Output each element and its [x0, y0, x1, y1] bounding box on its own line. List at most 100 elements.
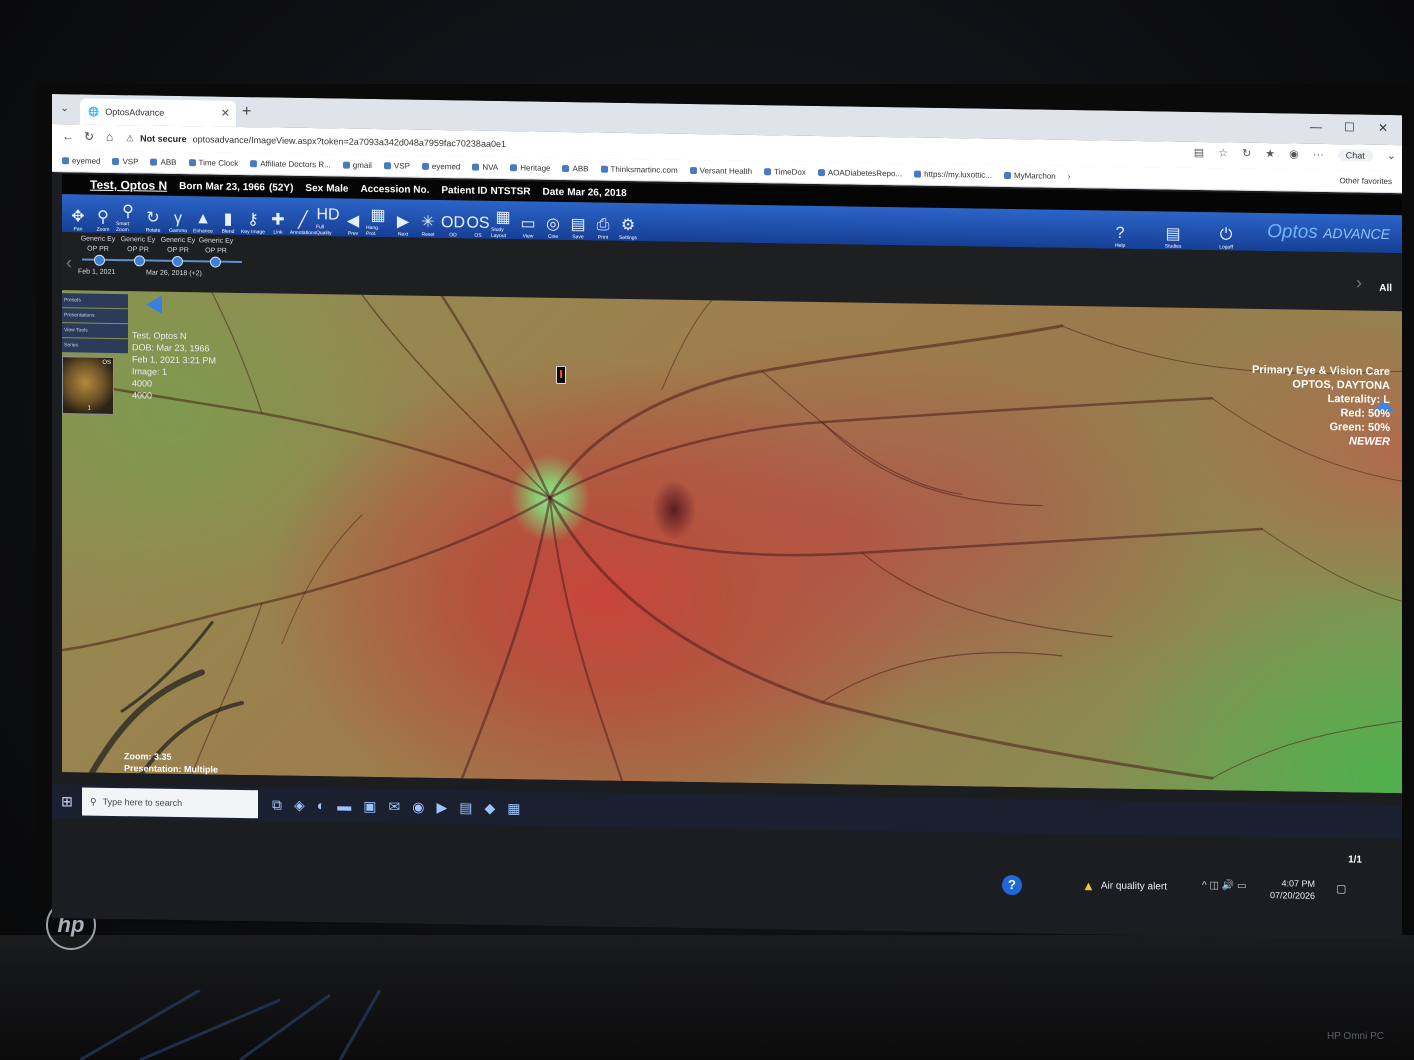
logoff-tool-button[interactable]: ⏻ Logoff — [1206, 214, 1246, 251]
timeline-dot[interactable] — [94, 254, 105, 266]
document-app-icon[interactable]: ▤ — [459, 799, 472, 816]
bookmark-item[interactable]: TimeDox — [764, 167, 806, 176]
tab-close-icon[interactable]: ✕ — [221, 107, 230, 120]
profile-icon[interactable]: ◉ — [1289, 147, 1299, 160]
maximize-button[interactable]: ☐ — [1344, 120, 1355, 134]
new-tab-button[interactable]: + — [242, 103, 251, 121]
chevron-down-icon[interactable]: ⌄ — [1387, 149, 1396, 162]
refresh-icon[interactable]: ↻ — [84, 130, 94, 144]
chat-button[interactable]: Chat — [1337, 148, 1373, 162]
more-icon[interactable]: ··· — [1313, 148, 1324, 160]
bookmark-item[interactable]: VSP — [112, 157, 138, 166]
patient-name-link[interactable]: Test, Optos N — [90, 178, 167, 193]
presentations-tab[interactable]: Presentations — [62, 308, 128, 324]
link-tool-button[interactable]: ✚ Link — [266, 199, 290, 235]
pan-tool-button[interactable]: ✥ Pan — [66, 196, 90, 232]
fundus-image[interactable] — [62, 290, 1402, 794]
bookmark-item[interactable]: eyemed — [422, 162, 460, 171]
zoom-tool-button[interactable]: ⚲ Zoom — [91, 197, 115, 233]
bookmark-item[interactable]: ABB — [562, 164, 588, 173]
bookmark-item[interactable]: AOADiabetesRepo... — [818, 168, 902, 178]
bookmark-item[interactable]: MyMarchon — [1004, 171, 1056, 181]
window-close-button[interactable]: ✕ — [1378, 121, 1388, 135]
bookmark-item[interactable]: ABB — [150, 158, 176, 167]
favorite-star-icon[interactable]: ☆ — [1218, 146, 1228, 159]
next-tool-button[interactable]: ▶ Next — [391, 201, 415, 237]
chevron-up-icon[interactable]: ^ — [1202, 880, 1207, 891]
mail-icon[interactable]: ✉ — [388, 798, 400, 815]
file-explorer-icon[interactable]: ▬ — [337, 797, 351, 814]
reset-tool-button[interactable]: ✳ Reset — [416, 202, 440, 238]
od-tool-button[interactable]: OD OD — [441, 202, 465, 238]
browser-tab-active[interactable]: 🌐 OptosAdvance ✕ — [80, 98, 236, 127]
minimize-button[interactable]: — — [1310, 120, 1322, 134]
taskbar-clock[interactable]: 4:07 PM 07/20/2026 — [1270, 877, 1315, 902]
network-icon[interactable]: ◫ — [1209, 880, 1218, 891]
other-favorites[interactable]: Other favorites — [1340, 176, 1402, 186]
teams-icon[interactable]: ◆ — [484, 799, 495, 816]
print-tool-button[interactable]: ⎙ Print — [591, 204, 615, 241]
bookmarks-overflow-icon[interactable]: › — [1068, 172, 1071, 181]
home-icon[interactable]: ⌂ — [106, 130, 113, 144]
bookmark-item[interactable]: Time Clock — [189, 158, 239, 168]
timeline-study-item[interactable]: Generic Ey OP PR — [118, 235, 158, 256]
image-viewer[interactable]: ‹ Generic Ey OP PR Generic Ey OP PR Gene… — [62, 232, 1402, 794]
bookmark-item[interactable]: Thinksmartinc.com — [601, 165, 678, 175]
bookmark-item[interactable]: https://my.luxottic... — [914, 170, 992, 180]
annotations-tool-button[interactable]: ╱ Annotations — [290, 200, 316, 236]
timeline-study-item[interactable]: Generic Ey OP PR — [196, 236, 236, 257]
view-tool-button[interactable]: ▭ View — [516, 203, 540, 239]
full-quality-tool-button[interactable]: HD Full Quality — [316, 200, 340, 236]
hang-prot-tool-button[interactable]: ▦ Hang. Prot. — [366, 201, 390, 237]
bookmark-item[interactable]: Heritage — [510, 163, 550, 172]
calculator-icon[interactable]: ▦ — [507, 800, 520, 817]
air-quality-alert[interactable]: ▲ Air quality alert — [1082, 878, 1167, 894]
timeline-dot[interactable] — [134, 255, 145, 267]
os-tool-button[interactable]: OS OS — [466, 203, 490, 239]
bookmark-item[interactable]: gmail — [343, 161, 372, 170]
view-tools-tab[interactable]: View Tools — [62, 323, 128, 339]
task-view-icon[interactable]: ⧉ — [272, 796, 282, 813]
timeline-study-item[interactable]: Generic Ey OP PR — [78, 234, 118, 255]
timeline-left-chevron-icon[interactable]: ‹ — [66, 252, 72, 273]
settings-tool-button[interactable]: ⚙ Settings — [616, 205, 640, 241]
media-player-icon[interactable]: ▶ — [436, 799, 447, 816]
windows-start-icon[interactable]: ⊞ — [52, 793, 82, 810]
rotate-tool-button[interactable]: ↻ Rotate — [141, 197, 165, 233]
bookmark-item[interactable]: NVA — [472, 163, 498, 172]
bookmark-item[interactable]: eyemed — [62, 156, 100, 165]
gamma-tool-button[interactable]: γ Gamma — [166, 198, 190, 234]
tab-actions-icon[interactable]: ⌄ — [60, 101, 69, 114]
blend-tool-button[interactable]: ▮ Blend — [216, 199, 240, 235]
store-icon[interactable]: ▣ — [363, 797, 376, 814]
help-circle-icon[interactable]: ? — [1002, 874, 1022, 896]
key-image-tool-button[interactable]: ⚷ Key Image — [241, 199, 265, 235]
all-studies-button[interactable]: All — [1379, 283, 1392, 294]
smart-zoom-tool-button[interactable]: ⚲ Smart Zoom — [116, 197, 140, 233]
study-layout-tool-button[interactable]: ▦ Study Layout — [491, 203, 515, 239]
notification-icon[interactable]: ▢ — [1336, 882, 1346, 895]
timeline-dot[interactable] — [210, 256, 221, 268]
studies-tool-button[interactable]: ▤ Studies — [1153, 213, 1193, 250]
copilot-icon[interactable]: ◈ — [294, 796, 305, 813]
save-tool-button[interactable]: ▤ Save — [566, 204, 590, 240]
bookmark-item[interactable]: Affiliate Doctors R... — [250, 159, 331, 169]
timeline-right-chevron-icon[interactable]: › — [1356, 272, 1362, 293]
bookmark-item[interactable]: VSP — [384, 161, 410, 170]
series-tab[interactable]: Series — [62, 338, 128, 354]
timeline-study-item[interactable]: Generic Ey OP PR — [158, 236, 198, 257]
series-thumbnail[interactable]: OS 1 — [62, 356, 114, 415]
help-tool-button[interactable]: ? Help — [1100, 212, 1140, 249]
reading-view-icon[interactable]: ▤ — [1194, 146, 1204, 159]
cine-tool-button[interactable]: ◎ Cine — [541, 204, 565, 240]
taskbar-search-box[interactable]: ⚲ Type here to search — [82, 787, 258, 819]
favorites-icon[interactable]: ★ — [1265, 147, 1275, 160]
timeline-dot[interactable] — [172, 255, 183, 268]
prev-tool-button[interactable]: ◀ Prev — [341, 201, 365, 237]
refresh-extension-icon[interactable]: ↻ — [1242, 147, 1251, 160]
enhance-tool-button[interactable]: ▲ Enhance — [191, 198, 215, 234]
back-arrow-icon[interactable]: ← — [62, 129, 74, 143]
back-arrow-icon[interactable] — [146, 295, 162, 314]
presets-tab[interactable]: Presets — [62, 293, 128, 309]
bookmark-item[interactable]: Versant Health — [690, 166, 752, 176]
